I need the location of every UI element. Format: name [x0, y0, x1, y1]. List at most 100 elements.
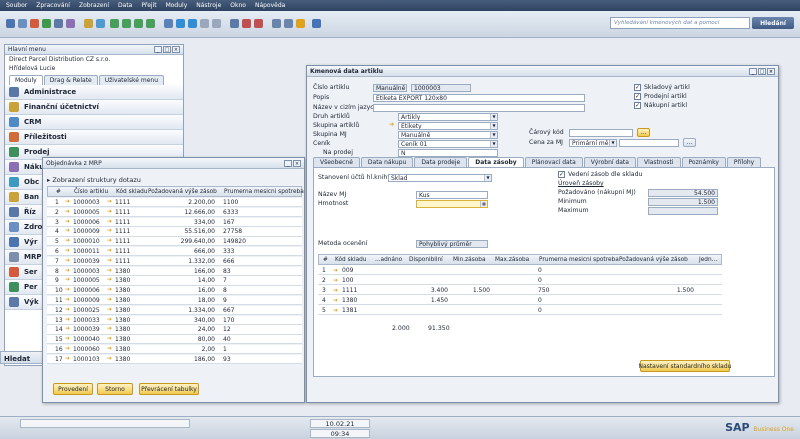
search-button[interactable]: Hledání	[752, 17, 794, 29]
link-arrow-icon[interactable]: ➔	[65, 286, 70, 293]
menu-prejit[interactable]: Přejít	[141, 2, 156, 9]
link-arrow-icon[interactable]: ➔	[65, 335, 70, 342]
mrp-table-row[interactable]: 4 ➔ 1000009 ➔ 1111 55.516,00 27758	[47, 227, 302, 237]
barcode-browse-button[interactable]: ...	[637, 128, 650, 137]
add-icon[interactable]	[96, 19, 105, 28]
sort-icon[interactable]	[212, 19, 221, 28]
storno-button[interactable]: Storno	[97, 383, 133, 395]
link-arrow-icon[interactable]: ➔	[107, 276, 112, 283]
link-arrow-icon[interactable]: ➔	[65, 227, 70, 234]
module-prilezitosti[interactable]: Příležitosti	[5, 130, 183, 145]
minimum-field[interactable]: 1.500	[648, 198, 718, 206]
tab-vyrobni-data[interactable]: Výrobní data	[583, 157, 636, 167]
last-record-icon[interactable]	[146, 19, 155, 28]
link-arrow-icon[interactable]: ➔	[107, 198, 112, 205]
link-arrow-icon[interactable]: ➔	[389, 121, 394, 128]
price-browse-button[interactable]: ...	[683, 138, 696, 147]
tab-data-prodeje[interactable]: Data prodeje	[414, 157, 468, 167]
link-arrow-icon[interactable]: ➔	[333, 287, 338, 294]
uom-group-select[interactable]: Manuálně ▼	[398, 131, 498, 139]
tab-moduly[interactable]: Moduly	[9, 75, 43, 85]
forward-arrow-icon[interactable]	[188, 19, 197, 28]
mrp-table-row[interactable]: 13 ➔ 1000033 ➔ 1380 340,00 170	[47, 315, 302, 325]
warehouse-table-row[interactable]: ➔ 4 1380 1.450 0	[318, 296, 722, 306]
uom-name-field[interactable]: Kus	[416, 191, 488, 199]
refresh-icon[interactable]	[164, 19, 173, 28]
module-financni[interactable]: Finanční účetnictví	[5, 100, 183, 115]
mrp-table-row[interactable]: 14 ➔ 1000039 ➔ 1380 24,00 12	[47, 325, 302, 335]
pdf-icon[interactable]	[30, 19, 39, 28]
maximize-icon[interactable]: □	[758, 67, 766, 75]
link-arrow-icon[interactable]: ➔	[65, 296, 70, 303]
link-arrow-icon[interactable]: ➔	[65, 325, 70, 332]
link-arrow-icon[interactable]: ➔	[107, 286, 112, 293]
link-arrow-icon[interactable]: ➔	[65, 198, 70, 205]
link-arrow-icon[interactable]: ➔	[65, 316, 70, 323]
required-level-field[interactable]: 54.500	[648, 189, 718, 197]
item-titlebar[interactable]: Kmenová data artiklu _ □ ×	[307, 66, 778, 77]
mrp-titlebar[interactable]: Objednávka z MRP _ ×	[43, 158, 304, 169]
minimize-icon[interactable]: _	[284, 159, 292, 167]
link-arrow-icon[interactable]: ➔	[107, 257, 112, 264]
module-crm[interactable]: CRM	[5, 115, 183, 130]
link-arrow-icon[interactable]: ➔	[65, 208, 70, 215]
main-menu-titlebar[interactable]: Hlavní menu _ □ ×	[5, 45, 183, 55]
help-icon[interactable]	[312, 19, 321, 28]
tab-drag-relate[interactable]: Drag & Relate	[43, 75, 98, 85]
link-arrow-icon[interactable]: ➔	[107, 267, 112, 274]
maximize-icon[interactable]: □	[163, 46, 171, 53]
maximum-field[interactable]	[648, 207, 718, 215]
layout-icon[interactable]	[284, 19, 293, 28]
link-arrow-icon[interactable]: ➔	[107, 208, 112, 215]
calculator-icon[interactable]: ▦	[480, 201, 487, 207]
tab-uzivatelske-menu[interactable]: Uživatelské menu	[98, 75, 165, 85]
description-field[interactable]: Etiketa EXPORT 120x80	[373, 94, 585, 102]
mrp-table-row[interactable]: 6 ➔ 1000011 ➔ 1111 666,00 333	[47, 247, 302, 257]
warehouse-table-row[interactable]: ➔ 1 009 0	[318, 266, 722, 276]
link-arrow-icon[interactable]: ➔	[107, 316, 112, 323]
gross-profit-icon[interactable]	[230, 19, 239, 28]
menu-zpracovani[interactable]: Zpracování	[36, 2, 70, 9]
minimize-icon[interactable]: _	[749, 67, 757, 75]
tab-vlastnosti[interactable]: Vlastnosti	[636, 157, 681, 167]
checkbox-prodejni[interactable]: ✓	[634, 93, 641, 100]
tab-poznamky[interactable]: Poznámky	[681, 157, 726, 167]
transpose-table-button[interactable]: Převrácení tabulky	[139, 383, 199, 395]
mrp-table-row[interactable]: 5 ➔ 1000010 ➔ 1111 299.640,00 149820	[47, 237, 302, 247]
link-arrow-icon[interactable]: ➔	[107, 247, 112, 254]
link-arrow-icon[interactable]: ➔	[107, 237, 112, 244]
menu-zobrazeni[interactable]: Zobrazení	[79, 2, 109, 9]
set-default-warehouse-button[interactable]: Nastavení standardního skladu	[639, 360, 731, 372]
item-group-select[interactable]: Etikety ▼	[398, 122, 498, 130]
first-record-icon[interactable]	[110, 19, 119, 28]
barcode-field[interactable]	[569, 129, 633, 137]
print-icon[interactable]	[6, 19, 15, 28]
menu-okno[interactable]: Okno	[230, 2, 246, 9]
weight-field[interactable]: ▦	[416, 200, 488, 208]
lock-icon[interactable]	[296, 19, 305, 28]
next-record-icon[interactable]	[134, 19, 143, 28]
close-icon[interactable]: ×	[172, 46, 180, 53]
mrp-table-row[interactable]: 3 ➔ 1000006 ➔ 1111 334,00 167	[47, 217, 302, 227]
link-arrow-icon[interactable]: ➔	[65, 237, 70, 244]
link-arrow-icon[interactable]: ➔	[107, 296, 112, 303]
link-arrow-icon[interactable]: ➔	[107, 355, 112, 362]
back-arrow-icon[interactable]	[176, 19, 185, 28]
checkbox-skladovy[interactable]: ✓	[634, 84, 641, 91]
base-document-icon[interactable]	[242, 19, 251, 28]
warehouse-table-row[interactable]: ➔ 3 1111 3.400 1.500 750 1.500	[318, 286, 722, 296]
checkbox-vedeni-zasob[interactable]: ✓	[558, 171, 565, 178]
link-arrow-icon[interactable]: ➔	[333, 307, 338, 314]
link-arrow-icon[interactable]: ➔	[333, 277, 338, 284]
link-arrow-icon[interactable]: ➔	[107, 227, 112, 234]
link-arrow-icon[interactable]: ➔	[333, 267, 338, 274]
mrp-table-row[interactable]: 1 ➔ 1000003 ➔ 1111 2.200,00 1100	[47, 198, 302, 208]
link-arrow-icon[interactable]: ➔	[65, 355, 70, 362]
query-structure-toggle[interactable]: ▸ Zobrazení struktury dotazu	[47, 176, 141, 184]
item-type-select[interactable]: Artikly ▼	[398, 113, 498, 121]
link-arrow-icon[interactable]: ➔	[65, 345, 70, 352]
link-arrow-icon[interactable]: ➔	[107, 335, 112, 342]
settings-icon[interactable]	[272, 19, 281, 28]
checkbox-nakupni[interactable]: ✓	[634, 102, 641, 109]
gl-account-by-select[interactable]: Sklad ▼	[388, 174, 492, 182]
